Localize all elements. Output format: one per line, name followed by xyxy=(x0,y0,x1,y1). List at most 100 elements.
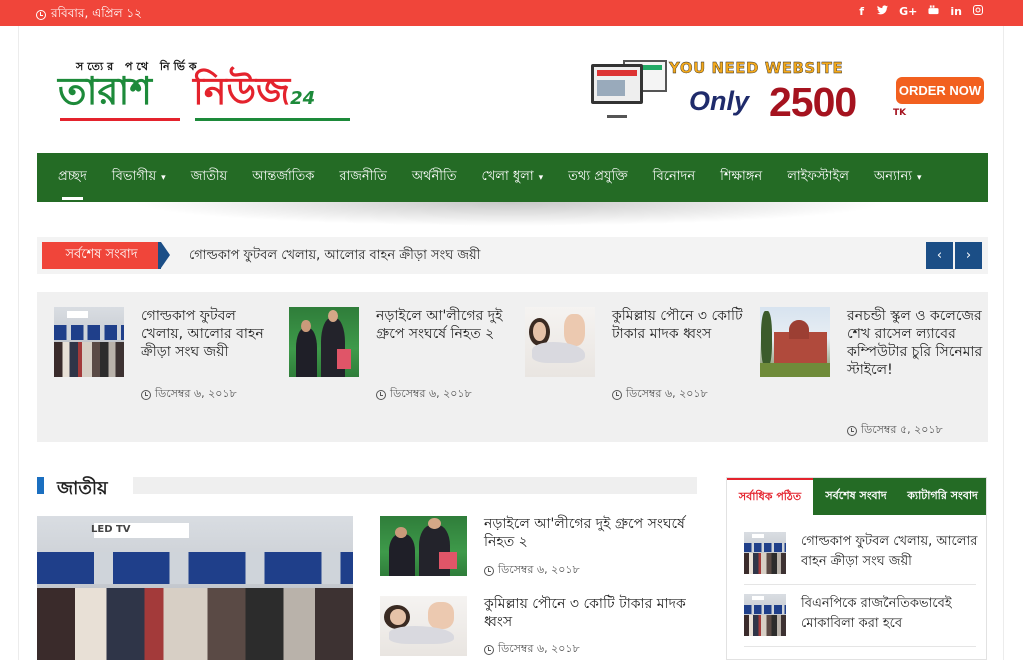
nav-item-label: অন্যান্য xyxy=(873,169,913,184)
sidebar-divider xyxy=(744,584,976,585)
order-now-button[interactable]: ORDER NOW xyxy=(896,77,984,104)
nav-item-label: লাইফস্টাইল xyxy=(787,169,849,184)
section-header: জাতীয় xyxy=(37,476,697,499)
featured-news-strip: গোল্ডকাপ ফুটবল খেলায়, আলোর বাহন ক্রীড়া… xyxy=(37,292,988,442)
website-ad-banner[interactable]: YOU NEED WEBSITE Only 2500 TK ORDER NOW xyxy=(583,56,988,130)
nav-item[interactable]: বিনোদন xyxy=(653,153,695,202)
list-date: ডিসেম্বর ৬, ২০১৮ xyxy=(484,640,580,659)
sidebar-title[interactable]: বিএনপিকে রাজনৈতিকভাবেই মোকাবিলা করা হবে xyxy=(801,594,986,634)
ticker-headline[interactable]: গোল্ডকাপ ফুটবল খেলায়, আলোর বাহন ক্রীড়া… xyxy=(189,246,480,267)
featured-thumbnail[interactable] xyxy=(54,307,124,377)
sidebar-divider xyxy=(744,646,976,647)
nav-item[interactable]: প্রচ্ছদ xyxy=(58,153,87,202)
nav-item-label: বিভাগীয় xyxy=(111,169,157,184)
nav-item[interactable]: শিক্ষাঙ্গন xyxy=(720,153,762,202)
clock-icon xyxy=(376,389,386,400)
site-logo[interactable]: সত্যের পথে নির্ভিক তারাশ নিউজ24 xyxy=(58,58,358,128)
sidebar-thumbnail[interactable] xyxy=(744,532,786,574)
nav-item-label: অর্থনীতি xyxy=(411,169,457,184)
top-bar: রবিবার, এপ্রিল ১২ f G+ in xyxy=(0,0,1023,26)
nav-item[interactable]: অন্যান্য ▾ xyxy=(874,153,922,202)
featured-thumbnail[interactable] xyxy=(760,307,830,377)
featured-date: ডিসেম্বর ৫, ২০১৮ xyxy=(847,421,943,440)
nav-item[interactable]: অর্থনীতি xyxy=(412,153,457,202)
tab-most-read[interactable]: সর্বাধিক পঠিত xyxy=(727,478,813,515)
chevron-down-icon: ▾ xyxy=(538,172,544,183)
nav-item-label: খেলা ধুলা xyxy=(481,169,534,184)
instagram-icon[interactable] xyxy=(973,5,983,18)
nav-item[interactable]: রাজনীতি xyxy=(339,153,387,202)
list-thumbnail[interactable] xyxy=(380,516,467,576)
clock-icon xyxy=(484,565,494,576)
google-plus-icon[interactable]: G+ xyxy=(899,5,917,18)
ad-currency: TK xyxy=(893,108,907,118)
lead-image-sign-text: LED TV xyxy=(91,524,131,535)
nav-item-label: তথ্য প্রযুক্তি xyxy=(568,169,628,184)
featured-date: ডিসেম্বর ৬, ২০১৮ xyxy=(612,385,708,404)
nav-item[interactable]: জাতীয় xyxy=(191,153,228,202)
ticker-next-button[interactable]: › xyxy=(955,242,982,269)
nav-item-label: বিনোদন xyxy=(652,169,696,184)
nav-item[interactable]: বিভাগীয় ▾ xyxy=(112,153,166,202)
twitter-icon[interactable] xyxy=(877,5,889,18)
sidebar-thumbnail[interactable] xyxy=(744,594,786,636)
youtube-icon[interactable] xyxy=(928,5,939,18)
ticker-prev-button[interactable]: ‹ xyxy=(926,242,953,269)
featured-thumbnail[interactable] xyxy=(525,307,595,377)
nav-item-label: প্রচ্ছদ xyxy=(58,169,87,184)
clock-icon xyxy=(484,644,494,655)
nav-item-label: জাতীয় xyxy=(190,169,228,184)
chevron-down-icon: ▾ xyxy=(161,172,166,183)
section-title[interactable]: জাতীয় xyxy=(57,474,108,505)
nav-item-label: শিক্ষাঙ্গন xyxy=(720,169,763,184)
logo-name-part1: তারাশ xyxy=(58,69,152,113)
featured-title[interactable]: নড়াইলে আ'লীগের দুই গ্রুপে সংঘর্ষে নিহত … xyxy=(376,307,516,343)
list-title[interactable]: নড়াইলে আ'লীগের দুই গ্রুপে সংঘর্ষে নিহত … xyxy=(484,515,704,551)
chevron-down-icon: ▾ xyxy=(917,172,922,183)
logo-number: 24 xyxy=(290,88,316,109)
featured-date: ডিসেম্বর ৬, ২০১৮ xyxy=(376,385,472,404)
ad-price: 2500 xyxy=(769,79,857,125)
nav-item[interactable]: খেলা ধুলা ▾ xyxy=(481,153,543,202)
nav-shadow xyxy=(130,202,890,226)
featured-title[interactable]: গোল্ডকাপ ফুটবল খেলায়, আলোর বাহন ক্রীড়া… xyxy=(141,307,281,361)
linkedin-icon[interactable]: in xyxy=(950,5,962,18)
section-lead-image[interactable]: LED TV xyxy=(37,516,353,660)
sidebar-tab-bar: সর্বাধিক পঠিত সর্বশেষ সংবাদ ক্যাটাগরি সং… xyxy=(727,478,986,515)
list-date: ডিসেম্বর ৬, ২০১৮ xyxy=(484,561,580,580)
ad-headline: YOU NEED WEBSITE xyxy=(669,59,844,77)
nav-item[interactable]: লাইফস্টাইল xyxy=(787,153,849,202)
monitor-illustration xyxy=(585,60,667,118)
nav-item[interactable]: আন্তর্জাতিক xyxy=(252,153,314,202)
main-navigation: প্রচ্ছদ বিভাগীয় ▾ জাতীয় আন্তর্জাতিক রাজনীতি… xyxy=(37,153,988,202)
facebook-icon[interactable]: f xyxy=(857,5,866,18)
logo-underline-red xyxy=(60,118,180,121)
tab-category-news[interactable]: ক্যাটাগরি সংবাদ xyxy=(899,478,986,515)
logo-name-part2: নিউজ24 xyxy=(193,69,316,113)
breaking-news-ticker: সর্বশেষ সংবাদ গোল্ডকাপ ফুটবল খেলায়, আলো… xyxy=(37,237,988,274)
ad-only-text: Only xyxy=(689,86,750,116)
nav-item-label: আন্তর্জাতিক xyxy=(252,169,315,184)
clock-icon xyxy=(847,425,857,436)
clock-icon xyxy=(141,389,151,400)
date-text: রবিবার, এপ্রিল ১২ xyxy=(51,6,142,20)
nav-item-label: রাজনীতি xyxy=(339,169,387,184)
tab-latest-news[interactable]: সর্বশেষ সংবাদ xyxy=(813,478,899,515)
clock-icon xyxy=(612,389,622,400)
list-title[interactable]: কুমিল্লায় পৌনে ৩ কোটি টাকার মাদক ধ্বংস xyxy=(484,595,704,631)
logo-underline-green xyxy=(195,118,350,121)
featured-title[interactable]: কুমিল্লায় পৌনে ৩ কোটি টাকার মাদক ধ্বংস xyxy=(612,307,752,343)
current-date: রবিবার, এপ্রিল ১২ xyxy=(36,5,142,25)
featured-date: ডিসেম্বর ৬, ২০১৮ xyxy=(141,385,237,404)
clock-icon xyxy=(36,10,46,20)
section-accent-bar xyxy=(37,477,44,494)
list-thumbnail[interactable] xyxy=(380,596,467,656)
nav-item[interactable]: তথ্য প্রযুক্তি xyxy=(568,153,628,202)
ticker-label: সর্বশেষ সংবাদ xyxy=(42,242,170,269)
sidebar-title[interactable]: গোল্ডকাপ ফুটবল খেলায়, আলোর বাহন ক্রীড়া… xyxy=(801,532,986,572)
social-links: f G+ in xyxy=(857,5,983,18)
sidebar-tabs-widget: সর্বাধিক পঠিত সর্বশেষ সংবাদ ক্যাটাগরি সং… xyxy=(726,477,987,660)
section-rule xyxy=(133,477,697,494)
featured-thumbnail[interactable] xyxy=(289,307,359,377)
featured-title[interactable]: রনচন্ডী স্কুল ও কলেজের শেখ রাসেল ল্যাবের… xyxy=(847,307,987,379)
